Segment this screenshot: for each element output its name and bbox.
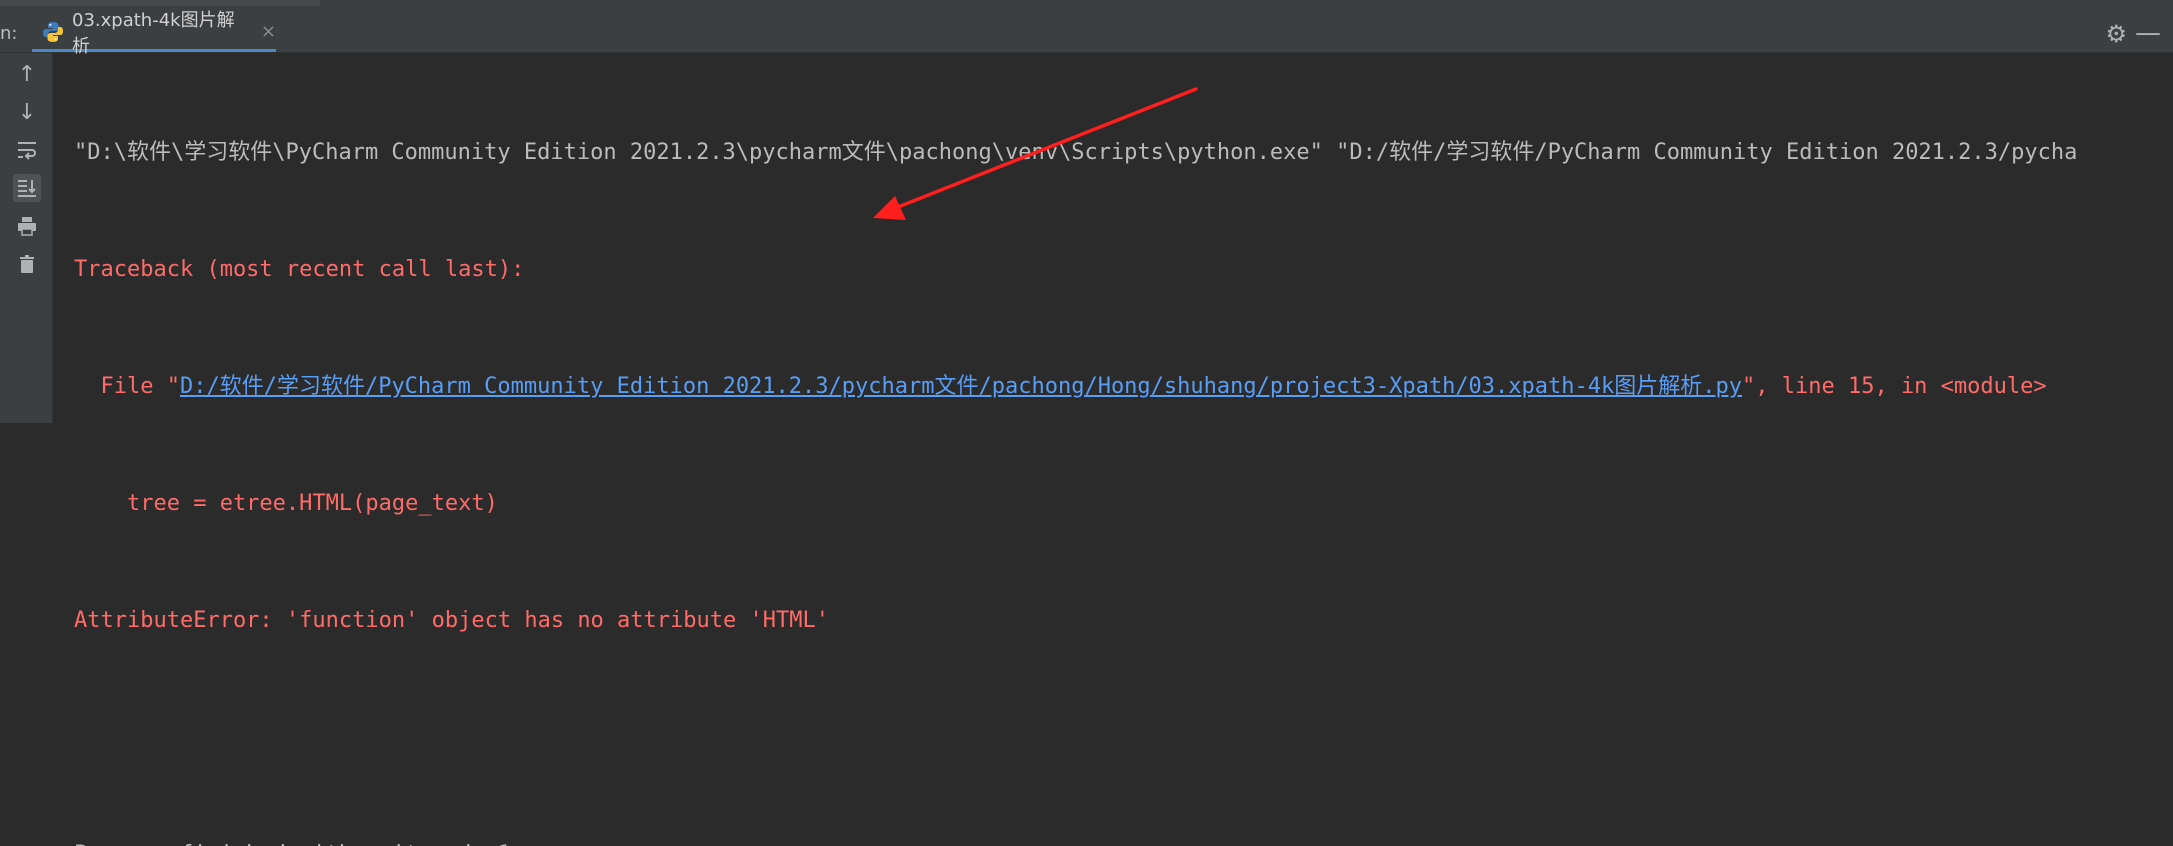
arrow-up-icon[interactable]: ↑ (13, 60, 41, 88)
tab-title: 03.xpath-4k图片解析 (72, 9, 235, 57)
scroll-to-end-icon[interactable] (13, 174, 41, 202)
file-suffix: ", line 15, in <module> (1742, 374, 2047, 399)
traceback-code-line: tree = etree.HTML(page_text) (74, 491, 498, 516)
tab-close-icon[interactable]: × (261, 21, 276, 42)
trash-icon[interactable] (13, 250, 41, 278)
soft-wrap-icon[interactable] (13, 136, 41, 164)
run-toolbar: ↑ ↓ (0, 53, 53, 423)
python-icon (42, 21, 64, 43)
tab-03-xpath-4k[interactable]: 03.xpath-4k图片解析 × (32, 10, 276, 57)
window-top-strip (0, 0, 2173, 14)
command-line: "D:\软件\学习软件\PyCharm Community Edition 20… (74, 140, 2078, 165)
run-panel-label: n: (0, 23, 18, 44)
minimize-icon[interactable]: — (2135, 18, 2161, 48)
file-prefix: File " (74, 374, 180, 399)
print-icon[interactable] (13, 212, 41, 240)
arrow-down-icon[interactable]: ↓ (13, 98, 41, 126)
traceback-header: Traceback (most recent call last): (74, 257, 525, 282)
gear-icon[interactable]: ⚙ (2105, 20, 2127, 48)
console-output: "D:\软件\学习软件\PyCharm Community Edition 20… (74, 55, 2173, 846)
error-line: AttributeError: 'function' object has no… (74, 608, 829, 633)
run-tab-strip: n: 03.xpath-4k图片解析 × ⚙ — (0, 10, 2173, 57)
exit-line: Process finished with exit code 1 (74, 835, 2173, 846)
file-path-link[interactable]: D:/软件/学习软件/PyCharm Community Edition 202… (180, 374, 1742, 399)
traceback-file-line: File "D:/软件/学习软件/PyCharm Community Editi… (74, 367, 2173, 406)
